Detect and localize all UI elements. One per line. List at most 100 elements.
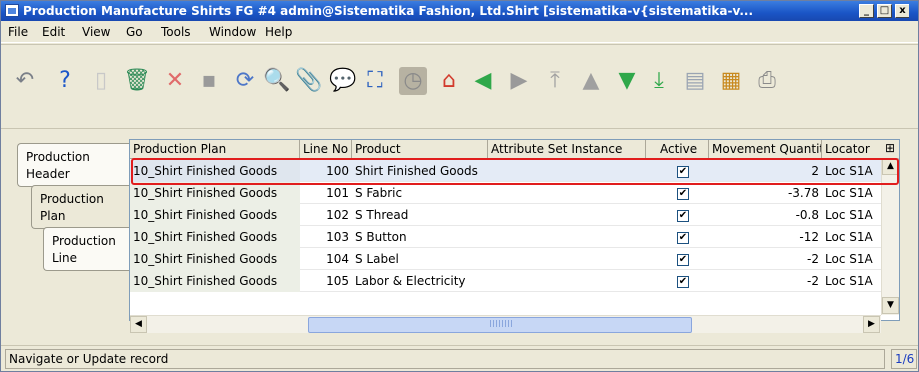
- cell-production-plan[interactable]: 10_Shirt Finished Goods: [130, 160, 300, 182]
- table-row[interactable]: 10_Shirt Finished Goods 102 S Thread ✔ -0.8 L…: [130, 204, 882, 226]
- new-record-icon[interactable]: ▯: [87, 67, 115, 95]
- column-chooser-icon[interactable]: ⊞: [881, 140, 899, 158]
- cell-movement-quantity[interactable]: -3.78: [709, 182, 822, 204]
- previous-window-icon[interactable]: ◀: [469, 67, 497, 95]
- cell-attribute-set-instance[interactable]: [488, 248, 646, 270]
- cell-production-plan[interactable]: 10_Shirt Finished Goods: [130, 226, 300, 248]
- active-checkbox[interactable]: ✔: [677, 231, 689, 244]
- cell-locator[interactable]: Loc S1A: [822, 160, 882, 182]
- undo-icon[interactable]: ↶: [11, 67, 39, 95]
- cell-line-no[interactable]: 105: [300, 270, 352, 292]
- cell-locator[interactable]: Loc S1A: [822, 226, 882, 248]
- record-counter[interactable]: 1/6: [891, 349, 917, 369]
- delete-selection-icon[interactable]: ✕: [161, 67, 189, 95]
- table-row[interactable]: 10_Shirt Finished Goods 105 Labor & Electr…: [130, 270, 882, 292]
- cell-attribute-set-instance[interactable]: [488, 226, 646, 248]
- cell-locator[interactable]: Loc S1A: [822, 182, 882, 204]
- menu-file[interactable]: File: [8, 25, 28, 39]
- tab-production-plan[interactable]: Production Plan: [31, 185, 131, 229]
- cell-movement-quantity[interactable]: -12: [709, 226, 822, 248]
- cell-locator[interactable]: Loc S1A: [822, 270, 882, 292]
- column-locator[interactable]: Locator: [822, 140, 882, 159]
- title-bar[interactable]: Production Manufacture Shirts FG #4 admi…: [1, 1, 918, 21]
- cell-attribute-set-instance[interactable]: [488, 182, 646, 204]
- column-attribute-set-instance[interactable]: Attribute Set Instance: [488, 140, 646, 159]
- column-production-plan[interactable]: Production Plan: [130, 140, 300, 159]
- cell-line-no[interactable]: 104: [300, 248, 352, 270]
- scroll-right-icon[interactable]: ▶: [863, 316, 880, 333]
- cell-product[interactable]: S Fabric: [352, 182, 488, 204]
- next-window-icon[interactable]: ▶: [505, 67, 533, 95]
- close-button[interactable]: x: [895, 4, 909, 18]
- cell-production-plan[interactable]: 10_Shirt Finished Goods: [130, 248, 300, 270]
- refresh-icon[interactable]: ⟳: [231, 67, 259, 95]
- cell-production-plan[interactable]: 10_Shirt Finished Goods: [130, 204, 300, 226]
- table-row[interactable]: 10_Shirt Finished Goods 100 Shirt Finished…: [130, 160, 882, 182]
- tab-production-line[interactable]: Production Line: [43, 227, 131, 271]
- cell-production-plan[interactable]: 10_Shirt Finished Goods: [130, 182, 300, 204]
- active-checkbox[interactable]: ✔: [677, 275, 689, 288]
- cell-line-no[interactable]: 102: [300, 204, 352, 226]
- cell-active[interactable]: ✔: [646, 248, 709, 270]
- last-record-icon[interactable]: ⤓: [645, 67, 673, 95]
- cell-active[interactable]: ✔: [646, 182, 709, 204]
- active-checkbox[interactable]: ✔: [677, 209, 689, 222]
- previous-record-icon[interactable]: ▲: [577, 67, 605, 95]
- archive-icon[interactable]: ▦: [717, 67, 745, 95]
- history-icon[interactable]: ◷: [399, 67, 427, 95]
- column-active[interactable]: Active: [646, 140, 709, 159]
- cell-movement-quantity[interactable]: -2: [709, 248, 822, 270]
- menu-edit[interactable]: Edit: [42, 25, 65, 39]
- grid-toggle-icon[interactable]: ⛶: [361, 67, 389, 95]
- cell-active[interactable]: ✔: [646, 160, 709, 182]
- menu-go[interactable]: Go: [126, 25, 143, 39]
- cell-product[interactable]: S Button: [352, 226, 488, 248]
- maximize-button[interactable]: □: [877, 4, 892, 18]
- active-checkbox[interactable]: ✔: [677, 165, 689, 178]
- cell-movement-quantity[interactable]: 2: [709, 160, 822, 182]
- cell-active[interactable]: ✔: [646, 226, 709, 248]
- attachment-icon[interactable]: 📎: [295, 67, 323, 95]
- first-record-icon[interactable]: ⤒: [541, 67, 569, 95]
- report-icon[interactable]: ▤: [681, 67, 709, 95]
- cell-locator[interactable]: Loc S1A: [822, 204, 882, 226]
- scroll-left-icon[interactable]: ◀: [130, 316, 147, 333]
- print-icon[interactable]: ⎙: [753, 67, 781, 95]
- cell-product[interactable]: Labor & Electricity: [352, 270, 488, 292]
- delete-icon[interactable]: 🗑: [123, 67, 151, 95]
- vertical-scrollbar[interactable]: ▲ ▼: [881, 158, 899, 315]
- cell-line-no[interactable]: 101: [300, 182, 352, 204]
- chat-icon[interactable]: 💬: [329, 67, 357, 95]
- cell-product[interactable]: Shirt Finished Goods: [352, 160, 488, 182]
- menu-help[interactable]: Help: [265, 25, 292, 39]
- cell-production-plan[interactable]: 10_Shirt Finished Goods: [130, 270, 300, 292]
- cell-attribute-set-instance[interactable]: [488, 270, 646, 292]
- next-record-icon[interactable]: ▼: [613, 67, 641, 95]
- home-icon[interactable]: ⌂: [435, 67, 463, 95]
- active-checkbox[interactable]: ✔: [677, 253, 689, 266]
- tab-production-header[interactable]: Production Header: [17, 143, 131, 187]
- column-product[interactable]: Product: [352, 140, 488, 159]
- table-row[interactable]: 10_Shirt Finished Goods 101 S Fabric ✔ -3.78…: [130, 182, 882, 204]
- menu-view[interactable]: View: [82, 25, 110, 39]
- table-row[interactable]: 10_Shirt Finished Goods 103 S Button ✔ -12 Lo…: [130, 226, 882, 248]
- cell-active[interactable]: ✔: [646, 270, 709, 292]
- cell-line-no[interactable]: 100: [300, 160, 352, 182]
- cell-active[interactable]: ✔: [646, 204, 709, 226]
- cell-attribute-set-instance[interactable]: [488, 160, 646, 182]
- cell-line-no[interactable]: 103: [300, 226, 352, 248]
- cell-product[interactable]: S Thread: [352, 204, 488, 226]
- horizontal-scrollbar[interactable]: ◀ ▶: [130, 315, 881, 333]
- menu-window[interactable]: Window: [209, 25, 256, 39]
- cell-product[interactable]: S Label: [352, 248, 488, 270]
- save-icon[interactable]: ▪: [195, 67, 223, 95]
- help-icon[interactable]: ?: [51, 67, 79, 95]
- table-row[interactable]: 10_Shirt Finished Goods 104 S Label ✔ -2 Loc …: [130, 248, 882, 270]
- column-movement-quantity[interactable]: Movement Quantity: [709, 140, 822, 159]
- cell-movement-quantity[interactable]: -2: [709, 270, 822, 292]
- column-line-no[interactable]: Line No: [300, 140, 352, 159]
- minimize-button[interactable]: _: [859, 4, 874, 18]
- menu-tools[interactable]: Tools: [161, 25, 191, 39]
- cell-locator[interactable]: Loc S1A: [822, 248, 882, 270]
- cell-movement-quantity[interactable]: -0.8: [709, 204, 822, 226]
